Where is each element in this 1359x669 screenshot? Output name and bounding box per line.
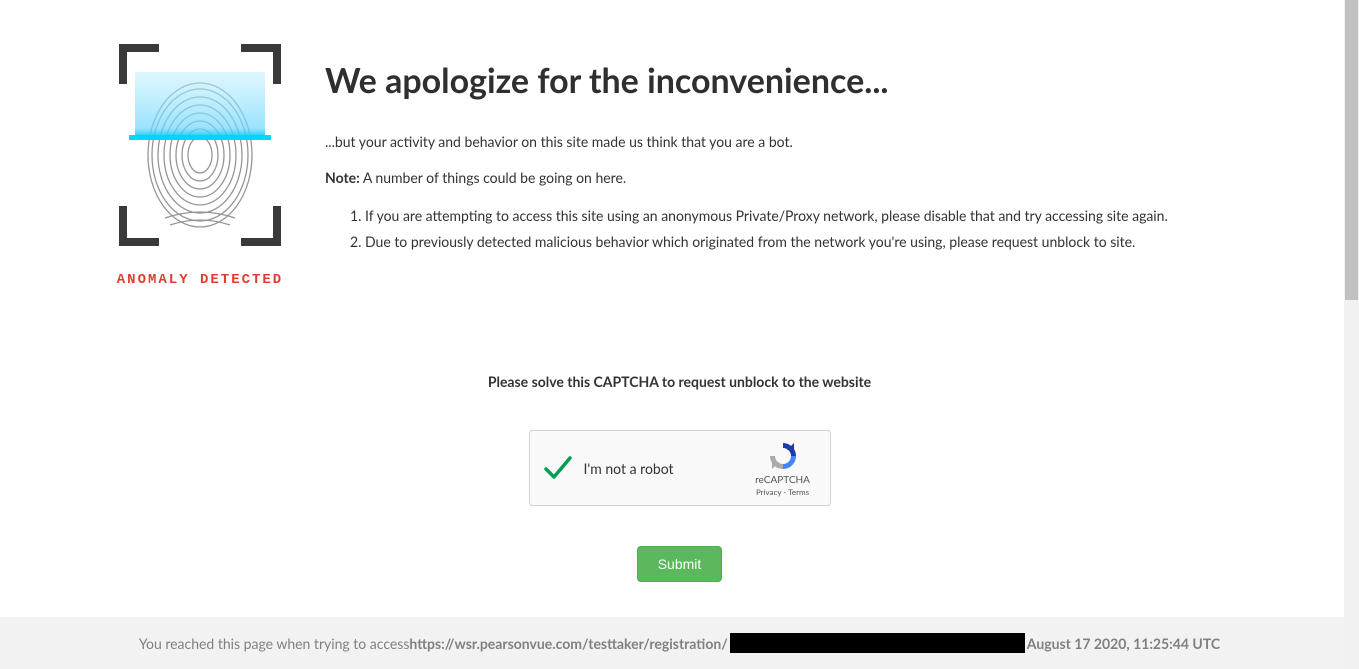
submit-button[interactable]: Submit [637,546,723,582]
graphic-column: ANOMALY DETECTED [90,40,310,288]
content-column: We apologize for the inconvenience... ..… [310,40,1299,288]
checkmark-icon [542,452,574,484]
footer-date: August 17 2020, 11:25:44 UTC [1027,635,1220,652]
reason-item: Due to previously detected malicious beh… [365,230,1299,254]
scrollbar-thumb[interactable] [1345,0,1358,300]
note-line: Note: A number of things could be going … [325,167,1299,189]
footer-url: https://wsr.pearsonvue.com/testtaker/reg… [409,635,727,652]
recaptcha-brand-text: reCAPTCHA [755,474,810,486]
recaptcha-terms-link[interactable]: Terms [788,487,809,497]
recaptcha-privacy-link[interactable]: Privacy [756,487,781,497]
reasons-list: If you are attempting to access this sit… [365,204,1299,254]
reason-item: If you are attempting to access this sit… [365,204,1299,228]
footer-redacted [730,633,1025,653]
captcha-heading: Please solve this CAPTCHA to request unb… [0,373,1359,390]
note-label: Note: [325,169,360,186]
main-container: ANOMALY DETECTED We apologize for the in… [0,0,1359,288]
recaptcha-widget[interactable]: I'm not a robot reCAPTCHA Privacy - Term… [529,430,831,506]
recaptcha-branding: reCAPTCHA Privacy - Terms [748,440,818,497]
fingerprint-scan-icon [115,40,285,250]
captcha-section: Please solve this CAPTCHA to request unb… [0,373,1359,582]
recaptcha-label: I'm not a robot [584,460,748,477]
vertical-scrollbar[interactable] [1344,0,1359,669]
page-heading: We apologize for the inconvenience... [325,60,1299,101]
anomaly-detected-label: ANOMALY DETECTED [117,272,283,288]
recaptcha-links: Privacy - Terms [756,487,809,497]
footer-bar: You reached this page when trying to acc… [0,617,1359,669]
recaptcha-logo-icon [767,440,799,472]
note-text: A number of things could be going on her… [360,169,626,186]
footer-prefix: You reached this page when trying to acc… [139,635,410,652]
intro-text: ...but your activity and behavior on thi… [325,131,1299,153]
